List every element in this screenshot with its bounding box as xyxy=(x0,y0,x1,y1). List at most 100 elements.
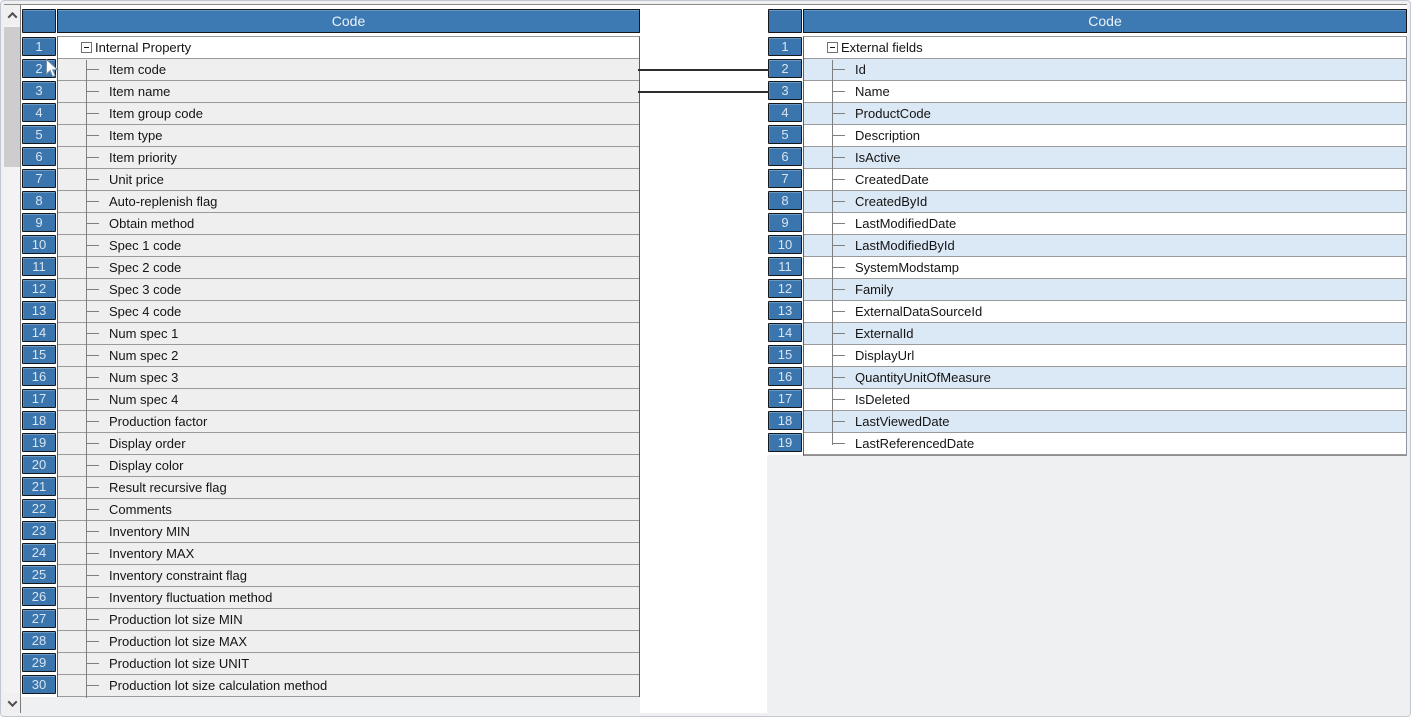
left-tree-row[interactable]: Inventory constraint flag xyxy=(58,565,639,587)
left-row-number-cell[interactable]: 14 xyxy=(22,323,56,342)
left-row-number-cell[interactable]: 1 xyxy=(22,37,56,56)
right-tree-row[interactable]: IsDeleted xyxy=(804,389,1406,411)
left-row-number-cell[interactable]: 22 xyxy=(22,499,56,518)
left-tree-row[interactable]: Inventory MAX xyxy=(58,543,639,565)
left-row-number-cell[interactable]: 11 xyxy=(22,257,56,276)
left-row-number-cell[interactable]: 8 xyxy=(22,191,56,210)
left-row-number-cell[interactable]: 15 xyxy=(22,345,56,364)
right-tree-row[interactable]: External fields xyxy=(804,37,1406,59)
right-tree-row[interactable]: LastReferencedDate xyxy=(804,433,1406,455)
left-row-number-cell[interactable]: 20 xyxy=(22,455,56,474)
left-tree-row[interactable]: Production lot size UNIT xyxy=(58,653,639,675)
right-row-number-cell[interactable]: 2 xyxy=(768,59,802,78)
right-row-number-cell[interactable]: 19 xyxy=(768,433,802,452)
left-tree-row[interactable]: Obtain method xyxy=(58,213,639,235)
left-tree-row[interactable]: Num spec 3 xyxy=(58,367,639,389)
right-tree-row[interactable]: Id xyxy=(804,59,1406,81)
scrollbar-down-button[interactable] xyxy=(4,693,20,713)
right-row-number-cell[interactable]: 4 xyxy=(768,103,802,122)
left-row-number-cell[interactable]: 5 xyxy=(22,125,56,144)
right-tree-row[interactable]: CreatedDate xyxy=(804,169,1406,191)
left-row-number-cell[interactable]: 17 xyxy=(22,389,56,408)
left-row-number-cell[interactable]: 24 xyxy=(22,543,56,562)
left-row-number-cell[interactable]: 7 xyxy=(22,169,56,188)
left-row-number-cell[interactable]: 30 xyxy=(22,675,56,694)
right-tree-row[interactable]: Name xyxy=(804,81,1406,103)
left-row-number-cell[interactable]: 23 xyxy=(22,521,56,540)
right-row-number-cell[interactable]: 1 xyxy=(768,37,802,56)
left-tree-row[interactable]: Production lot size MIN xyxy=(58,609,639,631)
left-tree-row[interactable]: Auto-replenish flag xyxy=(58,191,639,213)
left-row-number-cell[interactable]: 19 xyxy=(22,433,56,452)
right-row-number-cell[interactable]: 10 xyxy=(768,235,802,254)
left-row-number-cell[interactable]: 3 xyxy=(22,81,56,100)
scrollbar-track[interactable] xyxy=(4,25,20,693)
right-row-number-cell[interactable]: 6 xyxy=(768,147,802,166)
left-row-number-cell[interactable]: 4 xyxy=(22,103,56,122)
left-tree-row[interactable]: Unit price xyxy=(58,169,639,191)
left-row-number-cell[interactable]: 13 xyxy=(22,301,56,320)
right-tree-row[interactable]: DisplayUrl xyxy=(804,345,1406,367)
right-tree-row[interactable]: QuantityUnitOfMeasure xyxy=(804,367,1406,389)
right-tree-row[interactable]: ExternalDataSourceId xyxy=(804,301,1406,323)
left-row-number-cell[interactable]: 9 xyxy=(22,213,56,232)
right-tree-row[interactable]: LastModifiedById xyxy=(804,235,1406,257)
left-row-number-cell[interactable]: 2 xyxy=(22,59,56,78)
left-row-number-cell[interactable]: 10 xyxy=(22,235,56,254)
left-tree-row[interactable]: Item priority xyxy=(58,147,639,169)
left-tree-row[interactable]: Result recursive flag xyxy=(58,477,639,499)
scrollbar-thumb[interactable] xyxy=(4,27,20,167)
left-tree-row[interactable]: Num spec 2 xyxy=(58,345,639,367)
right-row-number-cell[interactable]: 3 xyxy=(768,81,802,100)
left-tree-row[interactable]: Num spec 1 xyxy=(58,323,639,345)
left-row-number-cell[interactable]: 18 xyxy=(22,411,56,430)
left-code-column-header[interactable]: Code xyxy=(57,9,640,33)
collapse-minus-icon[interactable] xyxy=(827,42,838,53)
left-tree-row[interactable]: Item group code xyxy=(58,103,639,125)
left-tree-row[interactable]: Display order xyxy=(58,433,639,455)
right-row-number-cell[interactable]: 16 xyxy=(768,367,802,386)
right-tree-row[interactable]: ExternalId xyxy=(804,323,1406,345)
left-row-number-cell[interactable]: 26 xyxy=(22,587,56,606)
right-row-number-cell[interactable]: 13 xyxy=(768,301,802,320)
right-tree-row[interactable]: IsActive xyxy=(804,147,1406,169)
left-tree-row[interactable]: Item name xyxy=(58,81,639,103)
left-tree-row[interactable]: Item type xyxy=(58,125,639,147)
right-row-number-cell[interactable]: 17 xyxy=(768,389,802,408)
right-row-number-cell[interactable]: 5 xyxy=(768,125,802,144)
left-tree-row[interactable]: Internal Property xyxy=(58,37,639,59)
scrollbar-up-button[interactable] xyxy=(4,5,20,25)
right-row-number-cell[interactable]: 15 xyxy=(768,345,802,364)
right-row-number-cell[interactable]: 8 xyxy=(768,191,802,210)
left-tree-row[interactable]: Production lot size calculation method xyxy=(58,675,639,697)
left-row-number-cell[interactable]: 29 xyxy=(22,653,56,672)
right-row-number-cell[interactable]: 12 xyxy=(768,279,802,298)
left-row-number-cell[interactable]: 21 xyxy=(22,477,56,496)
right-corner-header-cell[interactable] xyxy=(768,9,802,33)
left-row-number-cell[interactable]: 16 xyxy=(22,367,56,386)
left-tree-row[interactable]: Spec 2 code xyxy=(58,257,639,279)
left-tree-row[interactable]: Production lot size MAX xyxy=(58,631,639,653)
right-tree-row[interactable]: CreatedById xyxy=(804,191,1406,213)
collapse-minus-icon[interactable] xyxy=(81,42,92,53)
right-row-number-cell[interactable]: 11 xyxy=(768,257,802,276)
left-row-number-cell[interactable]: 28 xyxy=(22,631,56,650)
right-tree-row[interactable]: Family xyxy=(804,279,1406,301)
right-tree-row[interactable]: LastViewedDate xyxy=(804,411,1406,433)
left-row-number-cell[interactable]: 12 xyxy=(22,279,56,298)
mapping-connection-line[interactable] xyxy=(638,91,769,93)
left-row-number-cell[interactable]: 25 xyxy=(22,565,56,584)
right-tree-row[interactable]: ProductCode xyxy=(804,103,1406,125)
left-tree-row[interactable]: Spec 1 code xyxy=(58,235,639,257)
left-row-number-cell[interactable]: 27 xyxy=(22,609,56,628)
right-code-column-header[interactable]: Code xyxy=(803,9,1407,33)
left-tree-row[interactable]: Display color xyxy=(58,455,639,477)
right-tree-row[interactable]: LastModifiedDate xyxy=(804,213,1406,235)
right-row-number-cell[interactable]: 18 xyxy=(768,411,802,430)
left-tree-row[interactable]: Production factor xyxy=(58,411,639,433)
left-tree-row[interactable]: Comments xyxy=(58,499,639,521)
left-tree-row[interactable]: Spec 3 code xyxy=(58,279,639,301)
left-tree-row[interactable]: Inventory fluctuation method xyxy=(58,587,639,609)
right-tree-row[interactable]: Description xyxy=(804,125,1406,147)
right-row-number-cell[interactable]: 14 xyxy=(768,323,802,342)
